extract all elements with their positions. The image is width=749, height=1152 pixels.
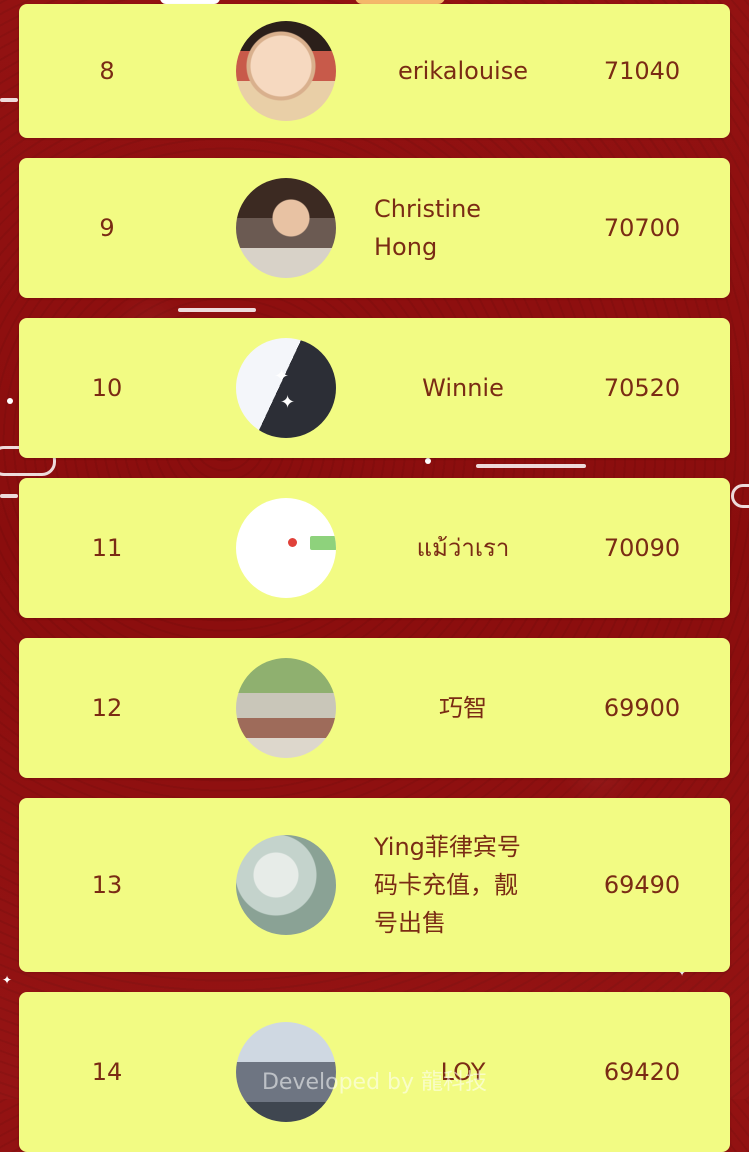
avatar: [236, 1022, 336, 1122]
badge-icon: [310, 536, 336, 550]
avatar: [236, 21, 336, 121]
decorative-sparkle: ✦: [2, 973, 13, 987]
decorative-line: [0, 98, 18, 102]
rank-number: 8: [99, 57, 115, 85]
avatar: [236, 658, 336, 758]
decorative-line: [0, 494, 18, 498]
score: 69420: [603, 1058, 681, 1086]
dot-icon: [288, 538, 297, 547]
score: 69900: [603, 694, 681, 722]
leaderboard-row: 13 Ying菲律宾号码卡充值，靓号出售 69490: [19, 798, 730, 972]
rank-number: 10: [91, 374, 123, 402]
rank-number: 12: [91, 694, 123, 722]
avatar: [236, 178, 336, 278]
user-name: Christine Hong: [374, 195, 482, 261]
decorative-dot: [425, 458, 431, 464]
user-name: 巧智: [439, 694, 487, 722]
leaderboard-row: 12 巧智 69900: [19, 638, 730, 778]
user-name: แม้ว่าเรา: [416, 534, 510, 562]
avatar: ✦ ✦: [236, 338, 336, 438]
score: 69490: [603, 871, 681, 899]
score: 70090: [603, 534, 681, 562]
rank-number: 13: [91, 871, 123, 899]
avatar: [236, 498, 336, 598]
score: 70520: [603, 374, 681, 402]
star-icon: ✦: [274, 366, 290, 387]
leaderboard-row: 11 แม้ว่าเรา 70090: [19, 478, 730, 618]
decorative-line: [476, 464, 586, 468]
star-icon: ✦: [280, 392, 296, 413]
rank-number: 11: [91, 534, 123, 562]
user-name: erikalouise: [398, 57, 528, 85]
decorative-line: [178, 308, 256, 312]
user-name: Winnie: [422, 374, 504, 402]
leaderboard-row: 14 LOY 69420: [19, 992, 730, 1152]
avatar: [236, 835, 336, 935]
user-name: Ying菲律宾号码卡充值，靓号出售: [374, 833, 521, 937]
decorative-cloud: [731, 484, 749, 508]
user-name: LOY: [440, 1058, 486, 1086]
score: 70700: [603, 214, 681, 242]
decorative-dot: [7, 398, 13, 404]
leaderboard-row: 10 ✦ ✦ Winnie 70520: [19, 318, 730, 458]
score: 71040: [603, 57, 681, 85]
rank-number: 9: [99, 214, 115, 242]
leaderboard-row: 9 Christine Hong 70700: [19, 158, 730, 298]
leaderboard-row: 8 erikalouise 71040: [19, 4, 730, 138]
rank-number: 14: [91, 1058, 123, 1086]
